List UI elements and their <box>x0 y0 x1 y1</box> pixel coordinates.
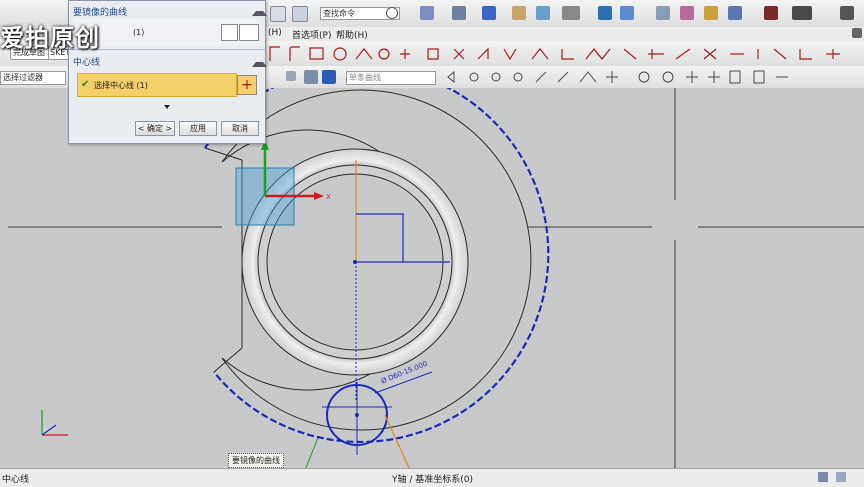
sketch-graphics[interactable] <box>0 88 864 468</box>
centerline-pick-icon[interactable]: + <box>237 75 257 95</box>
fillet-icon <box>561 49 574 60</box>
snap-line-icon <box>535 71 547 83</box>
select-centerline-label: 选择中心线 (1) <box>94 81 148 90</box>
selection-tooltip: 要镜像的曲线 <box>228 453 284 468</box>
dimension-icon <box>675 48 691 60</box>
status-icon-2[interactable] <box>836 472 846 482</box>
spline-icon <box>355 48 373 60</box>
snap-cross-icon <box>606 71 618 83</box>
measure-icon[interactable] <box>704 6 718 20</box>
mirror-icon <box>531 48 549 60</box>
mirror-count: (1) <box>133 28 145 37</box>
ruler-icon[interactable] <box>764 6 778 20</box>
filter-dropdown-icon[interactable] <box>286 71 296 81</box>
constraint-icon <box>648 49 664 59</box>
layer-icon[interactable] <box>512 6 526 20</box>
status-left-text: 中心线 <box>2 475 30 485</box>
arc-corner-icon <box>289 46 300 61</box>
rectangle-icon <box>309 47 324 60</box>
pattern-icon <box>585 48 611 60</box>
tool-icon[interactable] <box>680 6 694 20</box>
snap-center-icon <box>638 71 650 83</box>
snap-angle-icon <box>579 71 597 83</box>
offset-icon <box>503 48 517 61</box>
selection-filter-select[interactable]: 选择过滤器 <box>0 71 66 85</box>
section-mirror-title[interactable]: 要镜像的曲线 <box>73 5 259 18</box>
grid-icon[interactable] <box>420 6 434 20</box>
filter-icon[interactable] <box>620 6 634 20</box>
snap-quad-icon <box>662 71 674 83</box>
color-icon[interactable] <box>562 6 580 20</box>
snap-intersect-icon <box>708 71 720 83</box>
status-bar: 中心线 Y轴 / 基准坐标系(0) <box>0 468 864 487</box>
open-icon[interactable] <box>270 6 286 22</box>
point-icon <box>400 49 410 59</box>
axis-x-label: X <box>326 193 331 201</box>
perpendicular-icon <box>799 49 812 60</box>
cancel-button[interactable]: 取消 <box>221 121 259 136</box>
shade-icon[interactable] <box>452 6 466 20</box>
status-icon-1[interactable] <box>818 472 828 482</box>
apply-button[interactable]: 应用 <box>179 121 217 136</box>
body-icon[interactable] <box>304 70 318 84</box>
coincident-icon <box>826 49 840 59</box>
relation-icon <box>703 48 717 60</box>
center-point <box>353 260 357 264</box>
snap-point-icon <box>469 72 479 82</box>
ellipse-icon <box>378 48 390 60</box>
collapse-icon[interactable] <box>252 6 267 16</box>
triad-z <box>41 424 57 436</box>
snap-icons[interactable] <box>440 66 860 88</box>
snap-icon[interactable] <box>598 6 612 20</box>
profile-icon <box>269 46 280 61</box>
snap-mid-icon <box>513 72 523 82</box>
more-options-icon[interactable] <box>164 105 170 109</box>
extend-icon <box>623 48 637 60</box>
cube-icon[interactable] <box>482 6 496 20</box>
face-icon[interactable] <box>322 70 336 84</box>
search-icon[interactable] <box>386 7 398 19</box>
graphics-window[interactable]: X Ø D60-15.000 <box>0 88 864 468</box>
curve-rule-select[interactable]: 单条曲线 <box>346 71 436 85</box>
circle-icon <box>333 47 347 61</box>
collapse-centerline-icon[interactable] <box>252 57 267 67</box>
arrow-icon[interactable] <box>728 6 742 20</box>
stack-icon[interactable] <box>656 6 670 20</box>
more-icon[interactable] <box>840 6 854 20</box>
snap-arrow-icon <box>447 70 455 84</box>
mirror-curve-row: (1) <box>73 19 259 46</box>
dim-icon[interactable] <box>792 6 812 20</box>
trim-icon <box>453 48 465 60</box>
view-icon[interactable] <box>536 6 550 20</box>
close-icon[interactable] <box>852 28 862 38</box>
section-centerline-title[interactable]: 中心线 <box>73 55 259 68</box>
parallel-icon <box>773 48 787 60</box>
green-leader <box>305 437 319 468</box>
menu-item-help[interactable]: 帮助(H) <box>336 28 368 41</box>
snap-existing-icon <box>686 71 698 83</box>
menu-item-format[interactable]: (H) <box>268 28 282 38</box>
snap-tangent-icon <box>557 71 569 83</box>
check-icon: ✔ <box>81 79 90 90</box>
polygon-icon <box>427 48 439 60</box>
corner-icon <box>477 47 489 60</box>
status-center-text: Y轴 / 基准坐标系(0) <box>392 475 474 485</box>
ok-button[interactable]: < 确定 > <box>135 121 175 136</box>
curve-select-icon[interactable] <box>239 24 259 41</box>
select-centerline-row[interactable]: ✔ 选择中心线 (1) <box>77 73 237 97</box>
add-curve-icon[interactable] <box>221 24 238 41</box>
watermark-logo: 爱拍原创 <box>0 24 100 52</box>
sketch-tools-icons[interactable] <box>264 41 864 66</box>
snap-box-icon <box>729 70 741 84</box>
snap-grid-icon <box>753 70 765 84</box>
save-icon[interactable] <box>292 6 308 22</box>
menu-item-preferences[interactable]: 首选项(P) <box>292 28 331 41</box>
snap-end-icon <box>491 72 501 82</box>
